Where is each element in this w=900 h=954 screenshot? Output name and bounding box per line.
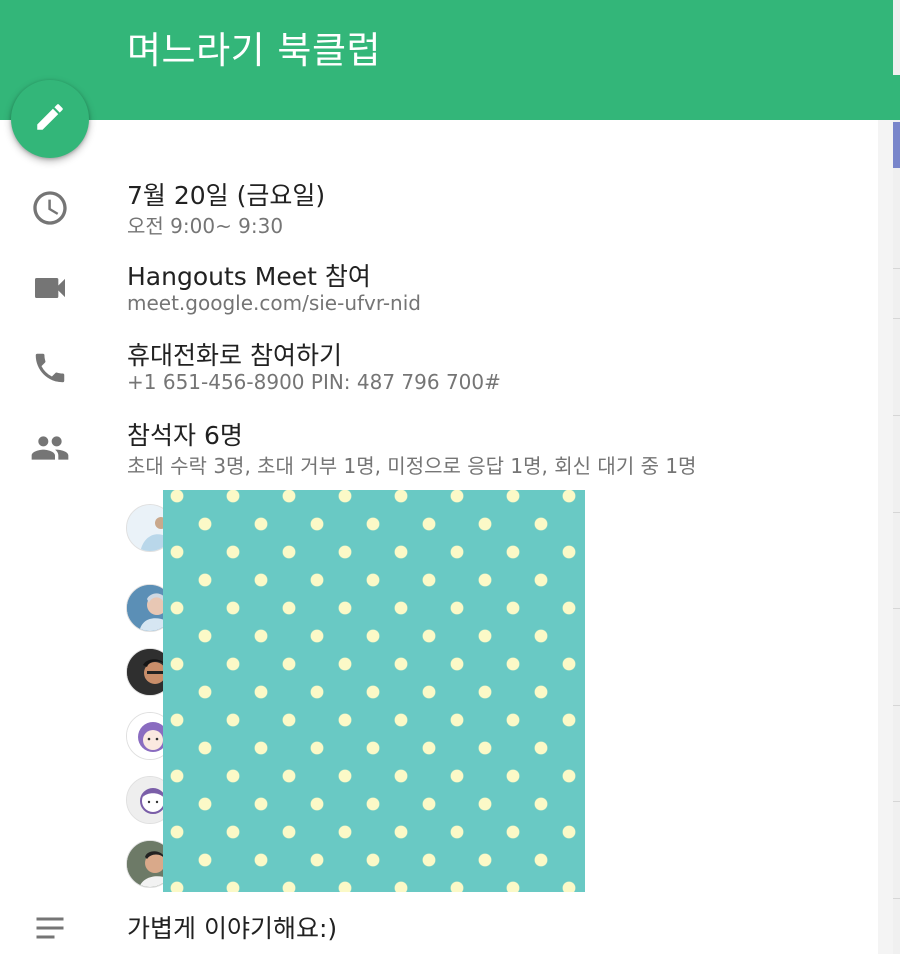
adjacent-calendar-strip: [893, 0, 900, 954]
join-meet-link[interactable]: Hangouts Meet 참여: [127, 257, 371, 293]
divider: [893, 318, 900, 319]
video-camera-icon: [28, 266, 72, 310]
event-time: 오전 9:00~ 9:30: [127, 214, 284, 238]
event-description: 가볍게 이야기해요:): [127, 914, 338, 943]
divider: [893, 608, 900, 609]
divider: [893, 801, 900, 802]
divider: [893, 898, 900, 899]
phone-icon: [28, 346, 72, 390]
clock-icon: [28, 186, 72, 230]
meet-url: meet.google.com/sie-ufvr-nid: [127, 291, 421, 315]
app-header: 며느라기 북클럽: [0, 0, 893, 120]
pattern-overlay: [163, 490, 585, 892]
event-title: 며느라기 북클럽: [127, 29, 382, 72]
people-icon: [28, 426, 72, 470]
divider: [893, 415, 900, 416]
event-date: 7월 20일 (금요일): [127, 181, 326, 210]
divider: [893, 705, 900, 706]
calendar-color-chip: [893, 75, 900, 120]
join-by-phone-link[interactable]: 휴대전화로 참여하기: [127, 336, 342, 372]
attendees-count: 참석자 6명: [127, 421, 243, 450]
divider: [893, 512, 900, 513]
phone-number: +1 651-456-8900 PIN: 487 796 700#: [127, 370, 501, 394]
calendar-color-chip: [893, 122, 900, 168]
pencil-icon: [33, 100, 67, 138]
edit-button[interactable]: [11, 80, 89, 158]
divider: [893, 268, 900, 269]
attendees-summary: 초대 수락 3명, 초대 거부 1명, 미정으로 응답 1명, 회신 대기 중 …: [127, 454, 697, 478]
notes-icon: [28, 906, 72, 950]
